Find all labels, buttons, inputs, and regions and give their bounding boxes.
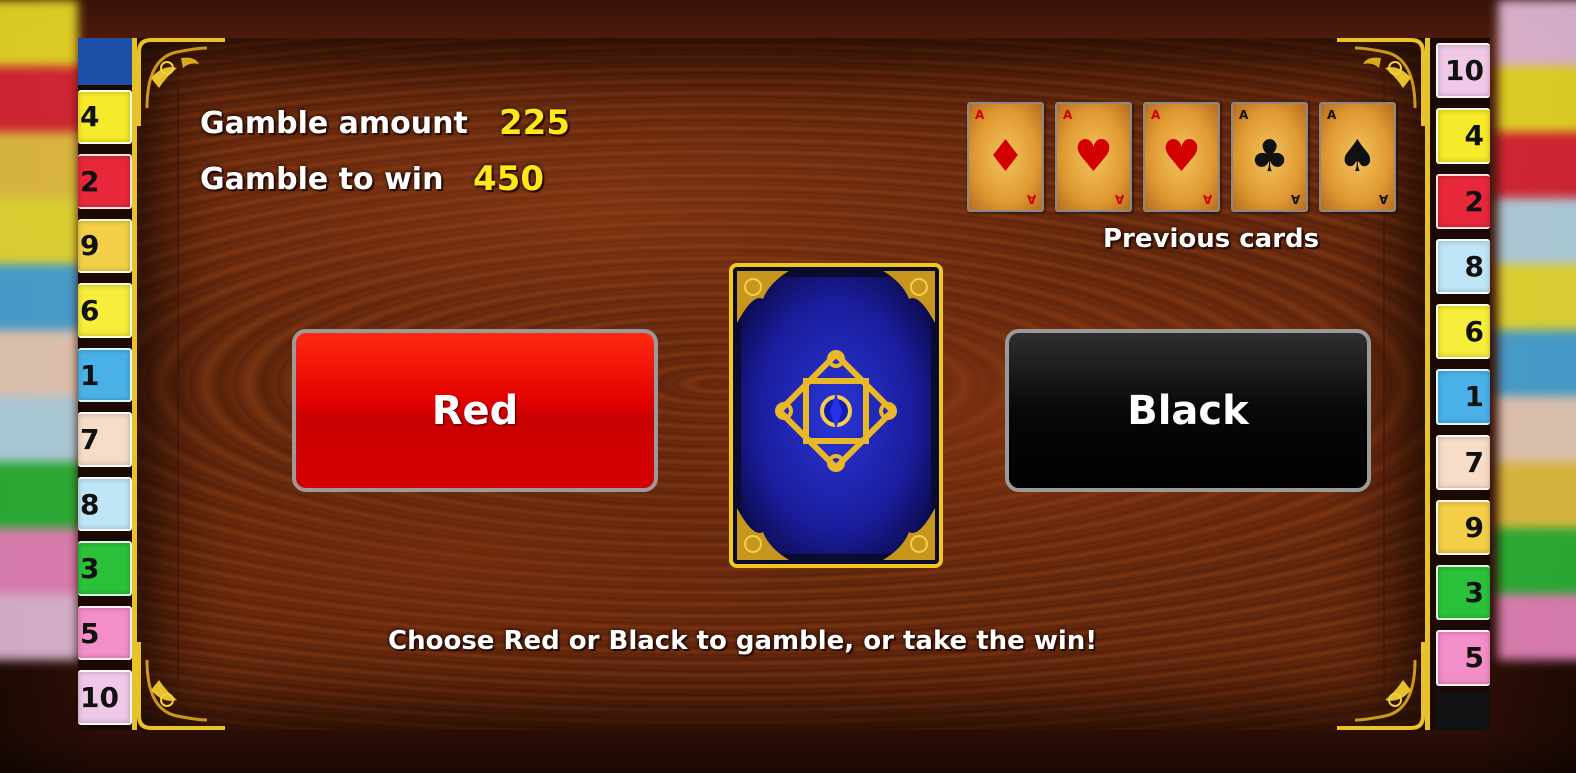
line-number-left: 7 — [78, 412, 132, 467]
red-button-label: Red — [431, 387, 519, 434]
card-rank: A — [1026, 192, 1036, 206]
card-rank: A — [1327, 108, 1337, 122]
game-frame: 4 2 9 6 1 7 8 3 5 10 Gamble amount 225 G… — [78, 38, 1490, 730]
gamble-amount-label: Gamble amount — [200, 106, 468, 141]
gamble-board: Gamble amount 225 Gamble to win 450 A ♦ A A… — [132, 38, 1430, 730]
spades-icon: ♠ — [1337, 131, 1378, 182]
left-line-numbers: 4 2 9 6 1 7 8 3 5 10 — [78, 38, 132, 730]
line-number-right: 9 — [1436, 499, 1490, 555]
card-rank: A — [1151, 108, 1161, 122]
line-number-left: 6 — [78, 283, 132, 338]
instruction-text: Choose Red or Black to gamble, or take t… — [388, 626, 1098, 656]
line-number-right: 4 — [1436, 108, 1490, 164]
hearts-icon: ♥ — [1073, 131, 1114, 182]
gamble-to-win-label: Gamble to win — [200, 162, 444, 197]
line-number-right: 8 — [1436, 238, 1490, 294]
column-edge — [1436, 690, 1490, 730]
black-button-label: Black — [1127, 387, 1249, 434]
ornament-corner-icon — [1337, 642, 1425, 730]
line-number-left: 2 — [78, 154, 132, 209]
line-number-right: 1 — [1436, 369, 1490, 425]
card-rank: A — [1378, 192, 1388, 206]
line-number-right: 3 — [1436, 565, 1490, 621]
card-rank: A — [1290, 192, 1300, 206]
previous-card-diamonds: A ♦ A — [967, 102, 1044, 212]
previous-card-hearts: A ♥ A — [1143, 102, 1220, 212]
line-number-left: 8 — [78, 476, 132, 532]
line-number-right: 10 — [1436, 43, 1490, 99]
previous-card-hearts: A ♥ A — [1055, 102, 1132, 212]
gamble-amount-value: 225 — [499, 103, 570, 143]
red-button[interactable]: Red — [292, 329, 658, 492]
ornament-corner-icon — [137, 642, 225, 730]
previous-card-clubs: A ♣ A — [1231, 102, 1308, 212]
hearts-icon: ♥ — [1161, 131, 1202, 182]
line-number-left: 10 — [78, 670, 132, 725]
black-button[interactable]: Black — [1005, 329, 1371, 492]
line-number-left: 9 — [78, 218, 132, 274]
column-edge — [78, 38, 132, 85]
card-back-icon[interactable] — [729, 263, 943, 568]
card-rank: A — [1202, 192, 1212, 206]
gamble-to-win-value: 450 — [473, 159, 544, 199]
line-number-left: 5 — [78, 605, 132, 661]
previous-card-spades: A ♠ A — [1319, 102, 1396, 212]
clubs-icon: ♣ — [1249, 131, 1290, 182]
line-number-right: 5 — [1436, 630, 1490, 686]
line-number-right: 6 — [1436, 304, 1490, 360]
card-rank: A — [975, 108, 985, 122]
previous-cards-label: Previous cards — [1103, 224, 1320, 254]
card-rank: A — [1239, 108, 1249, 122]
backdrop-strip-left — [0, 0, 78, 773]
line-number-left: 3 — [78, 541, 132, 596]
right-line-numbers: 10 4 2 8 6 1 7 9 3 5 — [1436, 38, 1490, 730]
card-rank: A — [1063, 108, 1073, 122]
line-number-right: 2 — [1436, 173, 1490, 229]
line-number-right: 7 — [1436, 434, 1490, 490]
previous-cards-row: A ♦ A A ♥ A A ♥ A A ♣ A A ♠ A — [967, 102, 1396, 212]
diamonds-icon: ♦ — [985, 131, 1026, 182]
card-rank: A — [1114, 192, 1124, 206]
line-number-left: 1 — [78, 347, 132, 403]
line-number-left: 4 — [78, 89, 132, 145]
backdrop-strip-right — [1498, 0, 1576, 773]
